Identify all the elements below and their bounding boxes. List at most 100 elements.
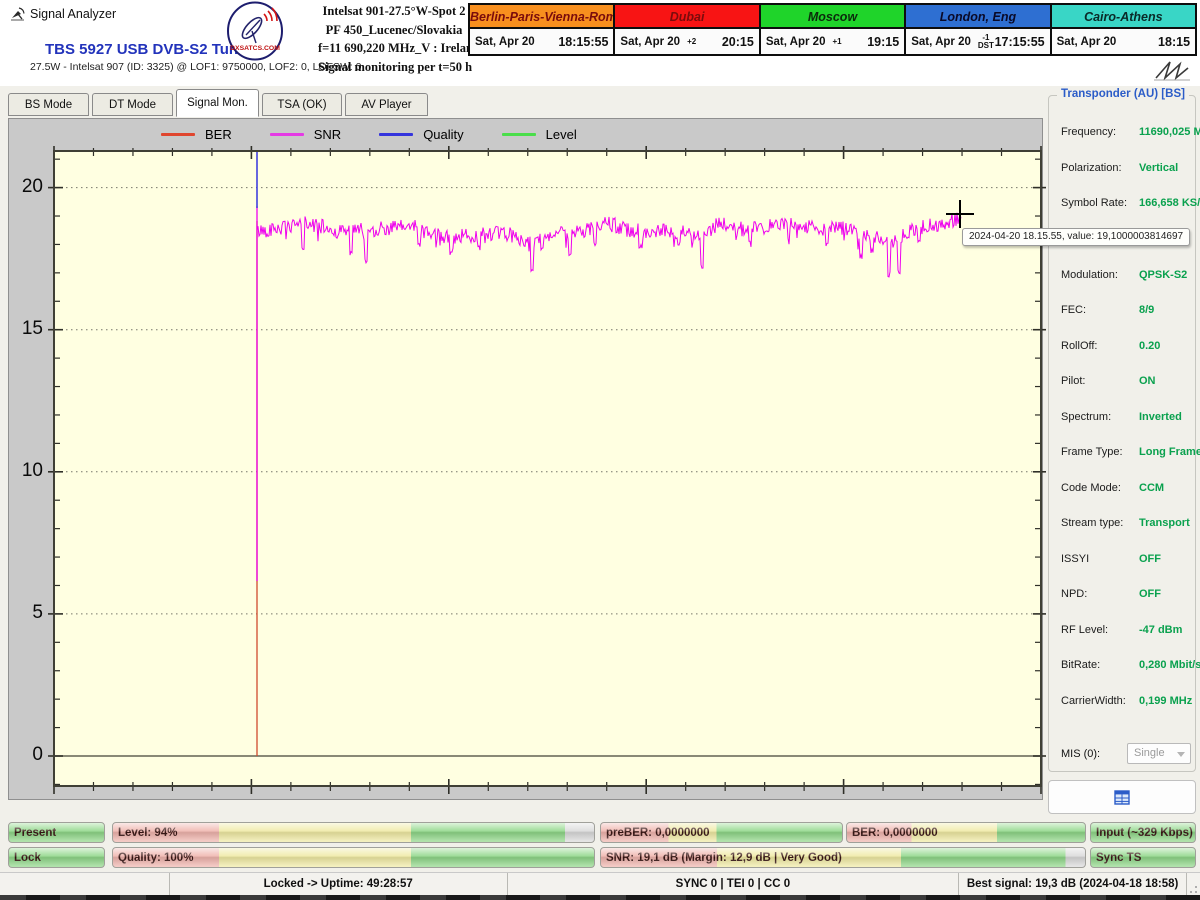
caption-line: Intelsat 901-27.5°W-Spot 2 [322, 4, 465, 18]
status-bar: Locked -> Uptime: 49:28:57SYNC 0 | TEI 0… [0, 872, 1200, 896]
table-tool-button[interactable] [1048, 780, 1196, 814]
field-value: OFF [1139, 588, 1161, 600]
signal-plot[interactable] [54, 151, 1041, 786]
transponder-row: FEC: 8/9 [1061, 304, 1191, 316]
legend-swatch [270, 133, 304, 136]
meter-label: preBER: 0,0000000 [606, 823, 710, 843]
field-value: 0,199 MHz [1139, 695, 1192, 707]
clock-date: Sat, Apr 20 [475, 36, 535, 48]
crosshair-cursor [946, 200, 976, 230]
transponder-row: Frame Type:Long Frame [1061, 446, 1191, 458]
clock-city-label: London, Eng [906, 5, 1049, 29]
meter-lock: Lock [8, 847, 105, 868]
tuner-info: 27.5W - Intelsat 907 (ID: 3325) @ LOF1: … [30, 61, 361, 73]
meter-input-kbps-: Input (~329 Kbps) [1090, 822, 1196, 843]
clock-utc-offset: +2 [687, 38, 696, 46]
clock-time: 19:15 [867, 35, 899, 49]
offset-label: DST [978, 42, 994, 50]
field-value: 166,658 KS/s [1139, 197, 1200, 209]
field-label: ISSYI [1061, 553, 1089, 565]
clock-time-row: Sat, Apr 20-1DST17:15:55 [906, 29, 1049, 54]
clock-city-label: Dubai [615, 5, 758, 29]
field-label: Code Mode: [1061, 482, 1121, 494]
field-label: Pilot: [1061, 375, 1085, 387]
field-value: 0.20 [1139, 340, 1160, 352]
transponder-row: RF Level:-47 dBm [1061, 624, 1191, 636]
meter-sync-ts: Sync TS [1090, 847, 1196, 868]
legend-swatch [502, 133, 536, 136]
field-label: CarrierWidth: [1061, 695, 1126, 707]
transponder-row: Code Mode: CCM [1061, 482, 1191, 494]
clock-city-label: Cairo-Athens [1052, 5, 1195, 29]
meter-label: Present [14, 823, 56, 843]
legend-label: Quality [423, 127, 463, 142]
status-segment-0 [0, 873, 170, 896]
transponder-row: Stream type:Transport [1061, 517, 1191, 529]
tab-av-player[interactable]: AV Player [345, 93, 428, 116]
mis-label: MIS (0): [1061, 748, 1100, 760]
transponder-title: Transponder (AU) [BS] [1057, 88, 1189, 100]
window-title: Signal Analyzer [30, 7, 116, 21]
transponder-row: CarrierWidth: 0,199 MHz [1061, 695, 1191, 707]
dxsatcs-logo: DXSATCS.COM [226, 1, 284, 61]
status-segment-3: Best signal: 19,3 dB (2024-04-18 18:58) [959, 873, 1187, 896]
resize-grip[interactable] [1187, 873, 1200, 896]
value-tooltip: 2024-04-20 18.15.55, value: 19,100000381… [962, 228, 1190, 246]
meter-quality: Quality: 100% [112, 847, 595, 868]
clock-date: Sat, Apr 20 [1057, 36, 1117, 48]
caption-line: f=11 690,220 MHz_V : Ireland's [318, 41, 488, 55]
tab-bar: BS ModeDT ModeSignal Mon.TSA (OK)AV Play… [0, 86, 1200, 118]
transponder-row: NPD:OFF [1061, 588, 1191, 600]
field-value: CCM [1139, 482, 1164, 494]
field-value: Vertical [1139, 162, 1178, 174]
clock-time-row: Sat, Apr 20+119:15 [761, 29, 904, 54]
legend-label: SNR [314, 127, 341, 142]
clock-berlin-paris-vienna-roma: Berlin-Paris-Vienna-Roma Sat, Apr 20 18:15… [470, 5, 613, 54]
clock-date: Sat, Apr 20 [620, 36, 680, 48]
clock-time-row: Sat, Apr 20+220:15 [615, 29, 758, 54]
field-value: 0,280 Mbit/s [1139, 659, 1200, 671]
clock-time-row: Sat, Apr 20 18:15:55 [470, 29, 613, 54]
status-segment-1: Locked -> Uptime: 49:28:57 [170, 873, 508, 896]
field-label: Symbol Rate: [1061, 197, 1127, 209]
y-axis-label-20: 20 [5, 176, 43, 198]
field-label: Frequency: [1061, 126, 1116, 138]
legend-label: Level [546, 127, 577, 142]
legend-item-snr: SNR [270, 127, 341, 142]
meter-preber: preBER: 0,0000000 [600, 822, 843, 843]
mis-dropdown[interactable]: Single [1127, 743, 1191, 764]
field-label: Stream type: [1061, 517, 1123, 529]
meter-snr: SNR: 19,1 dB (Margin: 12,9 dB | Very Goo… [600, 847, 1086, 868]
field-label: FEC: [1061, 304, 1086, 316]
transponder-row: ISSYIOFF [1061, 553, 1191, 565]
y-axis-label-0: 0 [5, 744, 43, 766]
legend-label: BER [205, 127, 232, 142]
mis-row: MIS (0): Single [1061, 748, 1191, 760]
transponder-row: Symbol Rate:166,658 KS/s [1061, 197, 1191, 209]
meter-label: SNR: 19,1 dB (Margin: 12,9 dB | Very Goo… [606, 848, 842, 868]
meter-label: Input (~329 Kbps) [1096, 823, 1193, 843]
taskbar-edge [0, 895, 1200, 900]
clock-city-label: Berlin-Paris-Vienna-Roma [470, 5, 613, 29]
transponder-row: Polarization: Vertical [1061, 162, 1191, 174]
tab-signal-mon-[interactable]: Signal Mon. [176, 89, 259, 117]
field-value: Inverted [1139, 411, 1182, 423]
legend-item-quality: Quality [379, 127, 463, 142]
field-value: Long Frame [1139, 446, 1200, 458]
tab-dt-mode[interactable]: DT Mode [92, 93, 173, 116]
field-label: Modulation: [1061, 269, 1118, 281]
clock-city-label: Moscow [761, 5, 904, 29]
field-label: Polarization: [1061, 162, 1122, 174]
clock-time: 18:15:55 [558, 35, 608, 49]
chevron-down-icon [1177, 752, 1185, 757]
meter-level: Level: 94% [112, 822, 595, 843]
caption-line: Signal monitoring per t=50 h [318, 60, 472, 74]
tab-tsa-ok-[interactable]: TSA (OK) [262, 93, 342, 116]
field-value: 8/9 [1139, 304, 1154, 316]
tab-bs-mode[interactable]: BS Mode [8, 93, 89, 116]
field-label: BitRate: [1061, 659, 1100, 671]
clock-time-row: Sat, Apr 2018:15 [1052, 29, 1195, 54]
chart-legend: BER SNR Quality Level [161, 127, 577, 142]
signature-mark [1150, 58, 1194, 84]
legend-swatch [379, 133, 413, 136]
